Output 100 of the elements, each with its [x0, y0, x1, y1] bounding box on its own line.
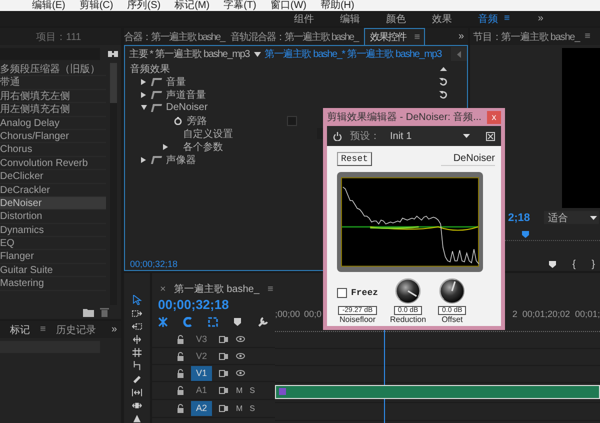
track-target[interactable]: V2 [191, 348, 212, 364]
panel-tab[interactable]: 效果控件 ≡ [364, 28, 426, 45]
scrollbar[interactable] [110, 63, 117, 305]
overflow-button[interactable]: » [111, 324, 121, 335]
edit-tool-icon[interactable] [132, 374, 142, 384]
solo-button[interactable]: S [250, 386, 256, 395]
panel-menu[interactable]: ≡ [267, 284, 274, 294]
expanded-triangle-icon[interactable] [141, 104, 147, 110]
eye-icon[interactable] [236, 336, 245, 342]
knob[interactable] [395, 278, 422, 304]
effect-item[interactable]: Guitar Suite [0, 264, 106, 278]
track-target[interactable]: V3 [191, 332, 212, 346]
panel-menu[interactable]: ≡ [414, 32, 420, 42]
collapsed-triangle-icon[interactable] [141, 92, 147, 98]
track-target[interactable]: A1 [191, 383, 212, 398]
effect-item[interactable]: 用左侧填充右侧 [0, 103, 106, 117]
menu-item[interactable]: 编辑(E) [32, 0, 66, 11]
panel-tab[interactable]: 标记 [10, 322, 30, 336]
effect-item[interactable]: Chorus/Flanger [0, 130, 106, 144]
effect-item[interactable]: DeNoiser [0, 196, 106, 210]
lock-icon[interactable] [177, 404, 184, 413]
mark-button[interactable]: { [572, 258, 576, 270]
collapsed-triangle-icon[interactable] [163, 144, 169, 150]
sync-lock-icon[interactable] [219, 336, 229, 342]
effect-item[interactable]: Mastering [0, 277, 106, 291]
track-target[interactable]: V1 [191, 366, 212, 380]
effect-item[interactable]: Convolution Reverb [0, 156, 106, 170]
workspace-menu[interactable]: ≡ [504, 13, 510, 24]
cursor-icon[interactable] [132, 295, 142, 306]
zoom-dropdown[interactable]: 适合 [544, 211, 600, 224]
link-icon[interactable] [183, 317, 193, 327]
dropdown-caret-icon[interactable] [254, 52, 260, 56]
sync-lock-icon[interactable] [219, 370, 229, 376]
power-icon[interactable] [333, 132, 342, 140]
effect-item[interactable]: DeClicker [0, 170, 106, 184]
effect-item[interactable]: 带通 [0, 76, 106, 90]
effect-item[interactable]: Distortion [0, 210, 106, 224]
effect-item[interactable]: EQ [0, 237, 106, 250]
clip-label[interactable]: 第一遍主歌 bashe_* 第一遍主歌 bashe_mp3 [264, 47, 442, 61]
sync-lock-icon[interactable] [219, 405, 229, 412]
lock-icon[interactable] [177, 334, 184, 344]
lock-icon[interactable] [177, 352, 184, 360]
stopwatch-icon[interactable] [174, 116, 182, 124]
solo-button[interactable]: S [250, 404, 256, 413]
mute-button[interactable]: M [236, 386, 243, 395]
marker-icon[interactable] [233, 317, 243, 327]
playhead-icon[interactable] [522, 230, 529, 238]
mute-button[interactable]: M [236, 404, 243, 413]
workspace-tab[interactable]: 编辑 [340, 12, 360, 26]
effect-item[interactable]: Chorus [0, 143, 106, 157]
snap-icon[interactable] [158, 317, 168, 327]
panel-tab[interactable]: 音轨混合器：第一遍主歌 bashe_ [230, 30, 358, 44]
edit-tool-icon[interactable] [132, 414, 142, 423]
close-button[interactable]: x [487, 110, 501, 124]
panel-menu[interactable]: ≡ [40, 324, 46, 335]
track-target[interactable]: A2 [191, 401, 212, 416]
lock-icon[interactable] [177, 386, 184, 395]
overflow-button[interactable]: » [538, 13, 544, 24]
eye-icon[interactable] [236, 353, 245, 359]
sync-lock-icon[interactable] [219, 387, 229, 394]
trash-icon[interactable] [100, 307, 109, 317]
edit-tool-icon[interactable] [132, 322, 142, 332]
folder-icon[interactable] [83, 308, 94, 316]
edit-tool-icon[interactable] [132, 361, 142, 371]
checkbox[interactable] [287, 116, 297, 126]
sequence-tab[interactable]: 第一遍主歌 bashe_ [174, 282, 260, 296]
panel-menu[interactable]: ≡ [584, 31, 590, 42]
timecode[interactable]: 00;00;32;18 [130, 259, 178, 269]
effect-item[interactable]: Flanger [0, 250, 106, 264]
scroll-up-icon[interactable] [440, 66, 447, 70]
menu-item[interactable]: 帮助(H) [320, 0, 354, 11]
panel-tab[interactable]: 合器：第一遍主歌 bashe_ [124, 30, 225, 44]
preset-dropdown[interactable]: Init 1 [390, 130, 476, 142]
collapsed-triangle-icon[interactable] [141, 156, 147, 162]
workspace-tab[interactable]: 组件 [294, 12, 314, 26]
knob[interactable] [439, 278, 466, 304]
workspace-tab[interactable]: 效果 [432, 12, 452, 26]
workspace-tab[interactable]: 颜色 [386, 12, 406, 26]
reset-button[interactable]: Reset [337, 152, 372, 166]
selection-icon[interactable] [208, 317, 218, 327]
edit-tool-icon[interactable] [132, 348, 142, 358]
delete-preset-icon[interactable] [486, 132, 495, 140]
effect-item[interactable]: Dynamics [0, 224, 106, 238]
collapsed-triangle-icon[interactable] [141, 78, 147, 84]
eye-icon[interactable] [236, 370, 245, 376]
effect-item[interactable]: 用右侧填充左侧 [0, 90, 106, 104]
bin-icon[interactable] [108, 50, 118, 58]
checkbox[interactable] [337, 288, 347, 298]
effect-item[interactable]: Analog Delay [0, 116, 106, 130]
wrench-icon[interactable] [258, 317, 268, 327]
edit-tool-icon[interactable] [132, 309, 142, 318]
overflow-button[interactable]: » [458, 31, 468, 42]
timecode[interactable]: 00;00;32;18 [152, 297, 275, 313]
timecode[interactable]: 2;18 [508, 212, 530, 224]
sync-lock-icon[interactable] [219, 352, 229, 360]
edit-tool-icon[interactable] [132, 388, 142, 397]
edit-tool-icon[interactable] [132, 335, 142, 344]
menu-item[interactable]: 标记(M) [174, 0, 210, 11]
audio-clip[interactable] [275, 385, 600, 399]
edit-tool-icon[interactable] [132, 400, 142, 410]
